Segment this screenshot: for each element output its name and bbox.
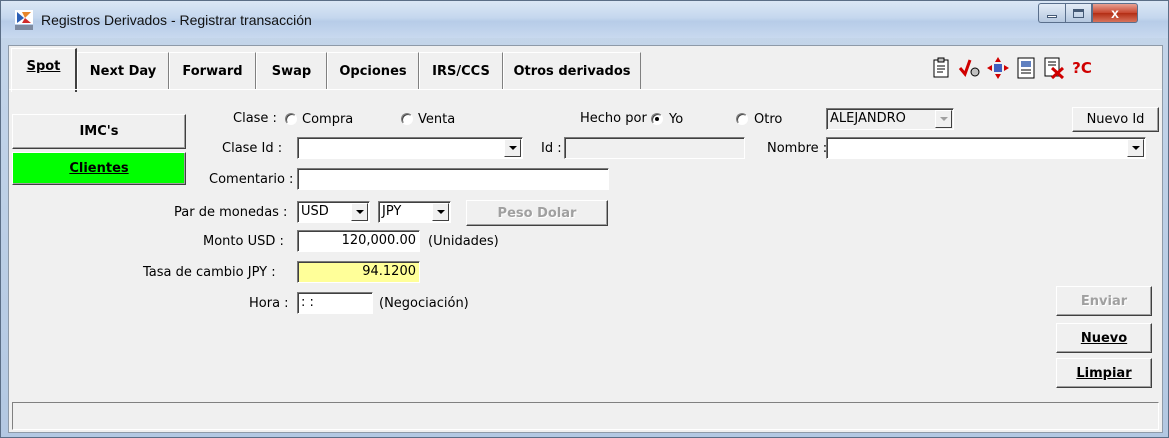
client-area: Spot Next Day Forward Swap Opciones IRS/…	[8, 45, 1163, 433]
tab-label: Swap	[271, 63, 312, 79]
tab-strip: Spot Next Day Forward Swap Opciones IRS/…	[9, 46, 1162, 94]
yo-label[interactable]: Yo	[669, 112, 683, 127]
user-value: ALEJANDRO	[830, 111, 906, 126]
clase-id-dropdown-arrow[interactable]	[504, 139, 521, 157]
close-button[interactable]: x	[1092, 3, 1138, 23]
compra-radio[interactable]	[285, 113, 297, 125]
title-bar[interactable]: Registros Derivados - Registrar transacc…	[1, 1, 1168, 38]
compra-label[interactable]: Compra	[302, 112, 353, 127]
chevron-down-icon	[436, 210, 445, 214]
currency-1-dropdown-arrow[interactable]	[351, 203, 368, 221]
limpiar-button[interactable]: Limpiar	[1056, 358, 1152, 388]
monto-field[interactable]: 120,000.00	[297, 230, 420, 252]
nuevo-button[interactable]: Nuevo	[1056, 323, 1152, 353]
monto-label: Monto USD :	[203, 234, 284, 249]
par-monedas-label: Par de monedas :	[174, 205, 288, 220]
hecho-por-label: Hecho por :	[580, 111, 656, 126]
hora-unit-label: (Negociación)	[379, 296, 469, 311]
window-title: Registros Derivados - Registrar transacc…	[41, 12, 312, 28]
currency-2-dropdown-arrow[interactable]	[432, 203, 449, 221]
tab-opciones[interactable]: Opciones	[327, 52, 419, 89]
currency-2-select[interactable]: JPY	[378, 201, 451, 223]
tab-label: Forward	[182, 63, 243, 79]
currency-1-value: USD	[301, 204, 329, 219]
clipboard-icon[interactable]	[930, 56, 954, 80]
yo-radio[interactable]	[651, 113, 663, 125]
maximize-button[interactable]	[1065, 3, 1092, 23]
minimize-icon	[1047, 14, 1057, 18]
hora-field[interactable]: : :	[297, 292, 373, 314]
otro-label[interactable]: Otro	[754, 112, 782, 127]
tab-otros-derivados[interactable]: Otros derivados	[503, 52, 641, 89]
user-select[interactable]: ALEJANDRO	[826, 108, 954, 130]
tab-label: Next Day	[89, 63, 157, 79]
imcs-button[interactable]: IMC's	[12, 114, 186, 149]
clase-id-select[interactable]	[297, 137, 523, 159]
tab-label: Spot	[26, 59, 61, 74]
maximize-icon	[1073, 8, 1084, 18]
clientes-button[interactable]: Clientes	[12, 152, 186, 185]
hora-label: Hora :	[249, 296, 289, 311]
comentario-label: Comentario :	[209, 172, 294, 187]
tasa-label: Tasa de cambio JPY :	[143, 265, 276, 280]
tab-irs-ccs[interactable]: IRS/CCS	[419, 52, 503, 89]
nombre-label: Nombre :	[767, 141, 828, 156]
clase-id-label: Clase Id :	[222, 141, 283, 156]
move-icon[interactable]	[986, 56, 1010, 80]
tab-divider	[9, 89, 1162, 91]
id-field[interactable]	[564, 137, 745, 159]
venta-radio[interactable]	[401, 113, 413, 125]
currency-2-value: JPY	[382, 204, 402, 219]
user-dropdown-arrow[interactable]	[935, 110, 952, 128]
nombre-select[interactable]	[826, 137, 1146, 159]
status-bar	[12, 402, 1159, 430]
tab-label: IRS/CCS	[432, 63, 490, 79]
nuevo-id-button[interactable]: Nuevo Id	[1072, 107, 1159, 132]
tab-label: Opciones	[339, 63, 407, 79]
peso-dolar-button[interactable]: Peso Dolar	[466, 200, 608, 226]
tab-next-day[interactable]: Next Day	[77, 52, 169, 89]
chevron-down-icon	[1131, 146, 1140, 150]
minimize-button[interactable]	[1038, 3, 1065, 23]
tasa-field[interactable]: 94.1200	[297, 261, 420, 283]
enviar-button[interactable]: Enviar	[1056, 286, 1152, 316]
nombre-dropdown-arrow[interactable]	[1127, 139, 1144, 157]
comentario-field[interactable]	[297, 168, 609, 190]
tab-spot[interactable]: Spot	[11, 48, 77, 92]
id-label: Id :	[541, 141, 562, 156]
main-window: Registros Derivados - Registrar transacc…	[0, 0, 1169, 438]
document-icon[interactable]	[1014, 56, 1038, 80]
close-icon: x	[1111, 5, 1119, 21]
monto-unit-label: (Unidades)	[428, 234, 499, 249]
app-logo-icon	[15, 10, 33, 30]
chevron-down-icon	[939, 117, 948, 121]
chevron-down-icon	[508, 146, 517, 150]
tab-label: Otros derivados	[513, 63, 631, 79]
otro-radio[interactable]	[736, 113, 748, 125]
check-icon[interactable]	[958, 56, 982, 80]
currency-1-select[interactable]: USD	[297, 201, 370, 223]
clase-label: Clase :	[233, 111, 277, 126]
tab-forward[interactable]: Forward	[169, 52, 256, 89]
cancel-document-icon[interactable]	[1042, 56, 1066, 80]
chevron-down-icon	[355, 210, 364, 214]
venta-label[interactable]: Venta	[418, 112, 455, 127]
tab-swap[interactable]: Swap	[256, 52, 327, 89]
help-icon[interactable]: ?C	[1070, 56, 1094, 80]
